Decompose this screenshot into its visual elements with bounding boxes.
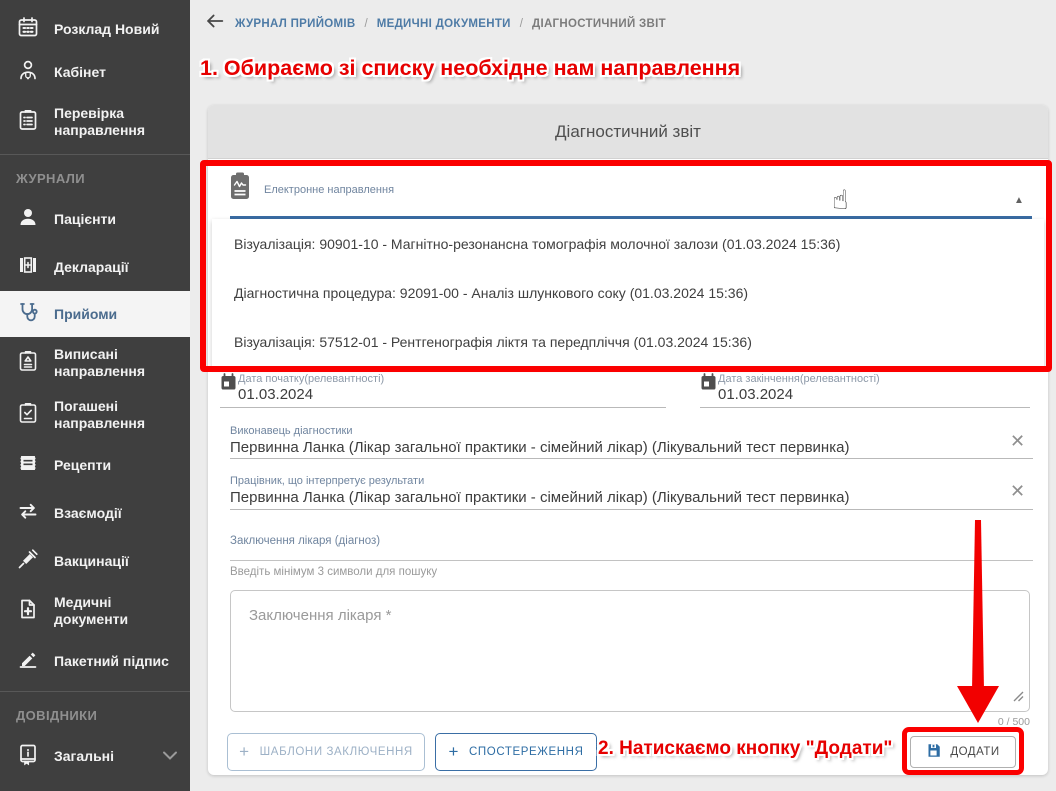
doctor-icon — [16, 58, 40, 87]
syringe-icon — [16, 547, 40, 576]
breadcrumb-current-page: ДІАГНОСТИЧНИЙ ЗВІТ — [532, 18, 666, 30]
sidebar-item-appointments[interactable]: Прийоми — [0, 291, 190, 337]
batch-sign-icon — [16, 647, 40, 676]
sidebar-item-issued-referrals[interactable]: Виписані направлення — [0, 337, 190, 389]
calendar-small-icon[interactable] — [700, 373, 717, 396]
performer-underline — [230, 458, 1033, 459]
observation-label: СПОСТЕРЕЖЕННЯ — [469, 746, 583, 758]
sidebar-section-directories: ДОВІДНИКИ — [0, 692, 190, 732]
diagnosis-search-input[interactable] — [230, 566, 630, 578]
conclusion-templates-button[interactable]: + ШАБЛОНИ ЗАКЛЮЧЕННЯ — [227, 733, 425, 771]
sidebar-item-label: Кабінет — [54, 64, 106, 81]
sidebar-item-label: Рецепти — [54, 457, 111, 474]
calendar-icon — [16, 15, 40, 44]
observation-button[interactable]: + СПОСТЕРЕЖЕННЯ — [435, 733, 597, 771]
sidebar-item-vaccinations[interactable]: Вакцинації — [0, 537, 190, 585]
breadcrumb-separator: / — [520, 18, 523, 30]
sidebar-item-label: Виписані направлення — [54, 346, 182, 380]
issued-referrals-icon — [16, 349, 40, 378]
breadcrumb-separator: / — [365, 18, 368, 30]
plus-icon: + — [239, 742, 250, 762]
stethoscope-icon — [16, 300, 40, 329]
date-end-label: Дата закінчення(релевантності) — [718, 373, 880, 385]
referral-dropdown-list: Візуалізація: 90901-10 - Магнітно-резона… — [212, 219, 1044, 367]
plus-icon: + — [448, 742, 459, 762]
interpreter-value: Первинна Ланка (Лікар загальної практики… — [230, 489, 849, 506]
patients-icon — [16, 205, 40, 234]
chevron-down-icon — [158, 743, 182, 770]
performer-value: Первинна Ланка (Лікар загальної практики… — [230, 439, 849, 456]
add-button-label: ДОДАТИ — [950, 746, 999, 758]
referral-option-3[interactable]: Візуалізація: 57512-01 - Рентгенографія … — [212, 318, 1044, 367]
calendar-small-icon[interactable] — [220, 373, 237, 396]
sidebar-item-interactions[interactable]: Взаємодії — [0, 489, 190, 537]
back-arrow-icon[interactable] — [204, 10, 226, 37]
char-counter: 0 / 500 — [928, 716, 1030, 728]
sidebar-item-batch-signature[interactable]: Пакетний підпис — [0, 637, 190, 685]
sidebar-item-medical-documents[interactable]: Медичні документи — [0, 585, 190, 637]
sidebar-item-label: Перевірка направлення — [54, 105, 182, 139]
medical-docs-icon — [16, 597, 40, 626]
diagnosis-label: Заключення лікаря (діагноз) — [230, 535, 380, 547]
sidebar-item-label: Пацієнти — [54, 211, 116, 228]
referral-option-1[interactable]: Візуалізація: 90901-10 - Магнітно-резона… — [212, 219, 1044, 268]
declarations-icon — [16, 253, 40, 282]
sidebar: Розклад Новий Кабінет Перевірка направле… — [0, 0, 190, 791]
sidebar-item-label: Медичні документи — [54, 594, 182, 628]
sidebar-item-cabinet[interactable]: Кабінет — [0, 48, 190, 96]
add-button[interactable]: ДОДАТИ — [910, 736, 1016, 768]
conclusion-templates-label: ШАБЛОНИ ЗАКЛЮЧЕННЯ — [260, 746, 413, 758]
sidebar-item-label: Декларації — [54, 259, 129, 276]
conclusion-textarea[interactable] — [231, 591, 1029, 711]
sidebar-item-referral-check[interactable]: Перевірка направлення — [0, 96, 190, 148]
sidebar-item-general[interactable]: Загальні — [0, 732, 190, 780]
breadcrumb-link-appointments-journal[interactable]: ЖУРНАЛ ПРИЙОМІВ — [235, 18, 356, 30]
sidebar-item-label: Взаємодії — [54, 505, 122, 522]
sidebar-section-journals: ЖУРНАЛИ — [0, 155, 190, 195]
redeemed-referrals-icon — [16, 401, 40, 430]
date-start-label: Дата початку(релевантності) — [238, 373, 384, 385]
referral-check-icon — [16, 108, 40, 137]
book-icon — [16, 742, 40, 771]
date-end-value[interactable]: 01.03.2024 — [718, 386, 793, 403]
sidebar-item-prescriptions[interactable]: Рецепти — [0, 441, 190, 489]
sidebar-item-redeemed-referrals[interactable]: Погашені направлення — [0, 389, 190, 441]
performer-label: Виконавець діагностики — [230, 425, 352, 437]
breadcrumb: ЖУРНАЛ ПРИЙОМІВ / МЕДИЧНІ ДОКУМЕНТИ / ДІ… — [204, 10, 666, 37]
card-header: Діагностичний звіт — [208, 105, 1048, 159]
sidebar-item-label: Пакетний підпис — [54, 653, 169, 670]
referral-select-label: Електронне направлення — [264, 184, 394, 196]
annotation-step1: 1. Обираємо зі списку необхідне нам напр… — [200, 56, 740, 81]
referral-option-2[interactable]: Діагностична процедура: 92091-00 - Аналі… — [212, 268, 1044, 317]
sidebar-item-declarations[interactable]: Декларації — [0, 243, 190, 291]
breadcrumb-link-medical-documents[interactable]: МЕДИЧНІ ДОКУМЕНТИ — [377, 18, 511, 30]
date-end-underline — [700, 407, 1030, 408]
sidebar-item-patients[interactable]: Пацієнти — [0, 195, 190, 243]
main-content: ЖУРНАЛ ПРИЙОМІВ / МЕДИЧНІ ДОКУМЕНТИ / ДІ… — [190, 0, 1056, 791]
diagnosis-underline — [230, 560, 1033, 561]
performer-clear-icon[interactable]: ✕ — [1010, 433, 1025, 451]
conclusion-textarea-container — [230, 590, 1030, 712]
sidebar-item-label: Погашені направлення — [54, 398, 182, 432]
diagnostic-report-card: Діагностичний звіт Електронне направленн… — [208, 105, 1048, 775]
sidebar-item-label: Загальні — [54, 748, 114, 765]
date-start-value[interactable]: 01.03.2024 — [238, 386, 313, 403]
resize-handle-icon[interactable] — [1012, 689, 1024, 707]
referral-clipboard-icon — [228, 171, 252, 206]
interpreter-underline — [230, 509, 1033, 510]
page-title: Діагностичний звіт — [555, 122, 701, 142]
save-icon — [926, 743, 941, 761]
interactions-icon — [16, 499, 40, 528]
annotation-step2: 2. Натискаємо кнопку "Додати" — [598, 738, 892, 760]
sidebar-item-label: Вакцинації — [54, 553, 129, 570]
date-start-underline — [220, 407, 666, 408]
collapse-caret-icon[interactable]: ▲ — [1014, 195, 1024, 206]
sidebar-item-label: Прийоми — [54, 306, 117, 323]
receipt-icon — [16, 451, 40, 480]
interpreter-label: Працівник, що інтерпретує результати — [230, 475, 424, 487]
interpreter-clear-icon[interactable]: ✕ — [1010, 483, 1025, 501]
sidebar-item-label: Розклад Новий — [54, 21, 159, 38]
sidebar-item-schedule[interactable]: Розклад Новий — [0, 0, 190, 48]
